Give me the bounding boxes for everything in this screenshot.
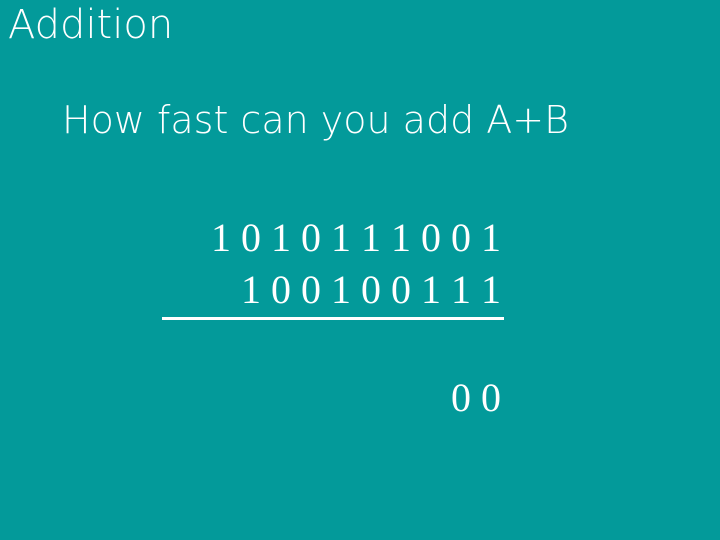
slide-subtitle: How fast can you add A+B — [62, 98, 569, 142]
partial-result: 0 0 — [451, 375, 501, 420]
operand-a: 1 0 1 0 1 1 1 0 0 1 — [211, 215, 501, 260]
sum-divider-line — [162, 317, 504, 320]
operand-b: 1 0 0 1 0 0 1 1 1 — [241, 267, 501, 312]
slide-title: Addition — [8, 2, 174, 48]
